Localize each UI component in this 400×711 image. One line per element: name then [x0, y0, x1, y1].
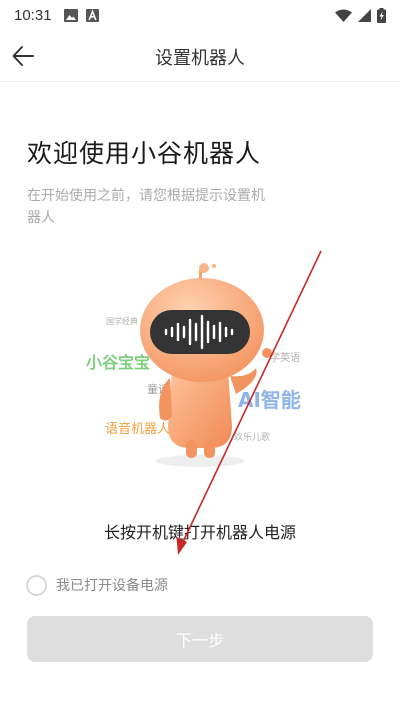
tag-xiaogu: 小谷宝宝: [86, 353, 150, 372]
app-bar: 设置机器人: [0, 30, 400, 82]
power-instruction: 长按开机键打开机器人电源: [103, 523, 296, 542]
page-title: 设置机器人: [155, 48, 245, 69]
tag-voice-robot: 语音机器人: [105, 421, 170, 437]
welcome-title: 欢迎使用小谷机器人: [27, 139, 262, 168]
next-step-button[interactable]: 下一步: [27, 616, 373, 662]
power-confirm-label: 我已打开设备电源: [56, 578, 168, 594]
wifi-icon: [335, 9, 352, 22]
a-icon: [85, 8, 99, 22]
radio-circle-icon[interactable]: [26, 574, 47, 596]
tag-english: 学英语: [270, 351, 300, 364]
signal-icon: [358, 8, 371, 22]
status-bar: 10:31: [0, 0, 400, 30]
robot-illustration: 国学经典 学英语 童话故事 欢乐儿歌 小谷宝宝 AI智能 语音机器人: [86, 263, 301, 467]
tag-ai: AI智能: [238, 388, 301, 412]
tag-guoxue: 国学经典: [106, 316, 138, 326]
image-icon: [63, 8, 78, 22]
battery-charging-icon: [377, 7, 386, 23]
welcome-subtitle: 在开始使用之前，请您根据提示设置机器人: [27, 188, 265, 226]
power-confirm-checkbox[interactable]: 我已打开设备电源: [26, 573, 168, 597]
status-time: 10:31: [14, 6, 52, 24]
tag-songs: 欢乐儿歌: [234, 431, 270, 443]
